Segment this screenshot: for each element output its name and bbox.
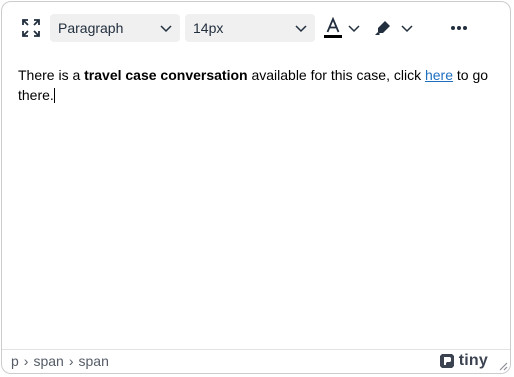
toolbar: Paragraph 14px bbox=[2, 2, 510, 56]
path-item[interactable]: span bbox=[79, 353, 109, 369]
path-item[interactable]: span bbox=[33, 353, 63, 369]
fullscreen-icon bbox=[22, 19, 40, 37]
more-button[interactable] bbox=[445, 14, 473, 42]
path-separator: › bbox=[23, 353, 29, 369]
font-size-value: 14px bbox=[193, 20, 224, 36]
tiny-brand-label: tiny bbox=[458, 352, 488, 369]
fullscreen-button[interactable] bbox=[16, 14, 46, 42]
block-format-select[interactable]: Paragraph bbox=[50, 14, 180, 42]
resize-handle-icon[interactable] bbox=[498, 361, 508, 371]
chevron-down-icon bbox=[295, 25, 307, 33]
here-link[interactable]: here bbox=[425, 67, 453, 83]
element-path: p › span › span bbox=[11, 353, 109, 369]
tiny-branding[interactable]: tiny bbox=[439, 352, 488, 370]
path-separator: › bbox=[68, 353, 74, 369]
highlight-dropdown[interactable] bbox=[399, 14, 415, 42]
chevron-down-icon bbox=[348, 25, 360, 33]
text-caret bbox=[53, 88, 55, 103]
editor-content[interactable]: There is a travel case conversation avai… bbox=[18, 65, 498, 105]
content-bold-text: travel case conversation bbox=[84, 67, 248, 83]
chevron-down-icon bbox=[160, 25, 172, 33]
text-color-icon bbox=[324, 17, 342, 38]
highlight-button[interactable] bbox=[371, 14, 395, 42]
more-icon bbox=[451, 26, 467, 30]
path-item[interactable]: p bbox=[11, 353, 19, 369]
content-text: available for this case, click bbox=[247, 67, 425, 83]
tiny-logo-icon bbox=[439, 354, 454, 368]
chevron-down-icon bbox=[401, 25, 413, 33]
statusbar: p › span › span tiny bbox=[2, 349, 510, 373]
text-color-button[interactable] bbox=[321, 14, 345, 42]
text-color-dropdown[interactable] bbox=[346, 14, 362, 42]
content-text: There is a bbox=[18, 67, 85, 83]
block-format-value: Paragraph bbox=[58, 20, 124, 36]
highlight-icon bbox=[375, 21, 390, 35]
font-size-select[interactable]: 14px bbox=[185, 14, 315, 42]
rich-text-editor: Paragraph 14px There is a travel case co… bbox=[1, 1, 511, 374]
